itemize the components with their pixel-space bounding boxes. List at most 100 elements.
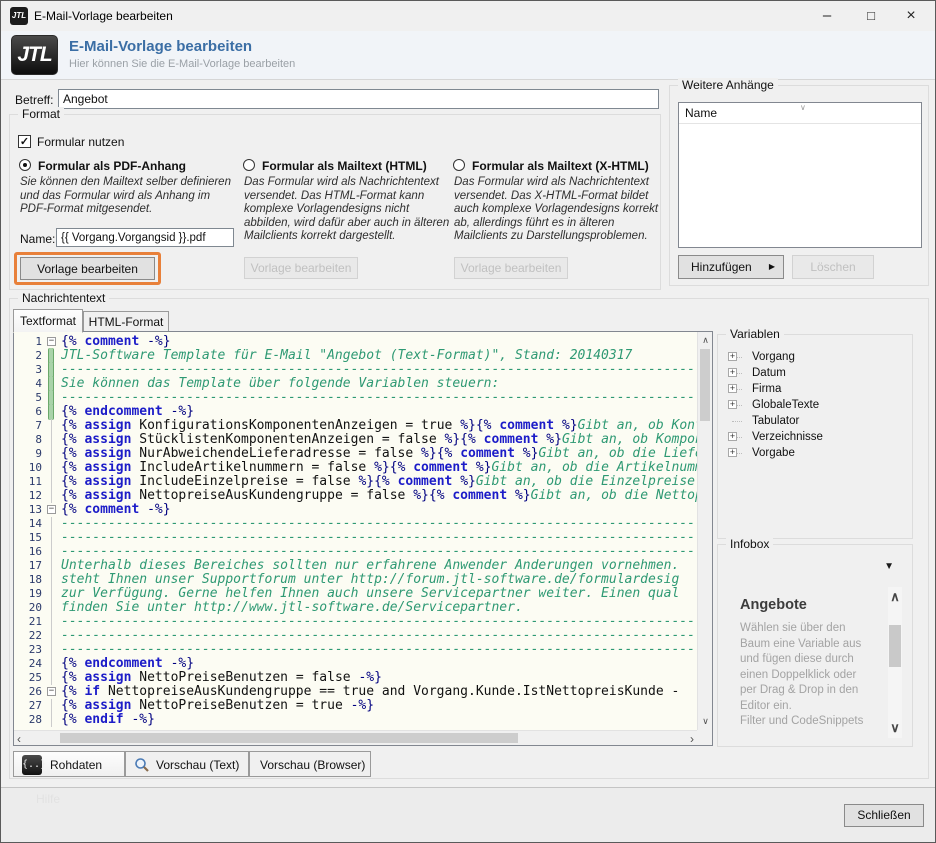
tab-vorschau-text[interactable]: Vorschau (Text) xyxy=(125,751,249,777)
line-number: 3 xyxy=(14,363,44,377)
code-text: {% assign NettoPreiseBenutzen = false -%… xyxy=(61,671,697,685)
page-subtitle: Hier können Sie die E-Mail-Vorlage bearb… xyxy=(69,58,295,70)
tab-textformat[interactable]: Textformat xyxy=(13,309,83,333)
variables-tree[interactable]: +Vorgang+Datum+Firma+GlobaleTexteTabulat… xyxy=(726,349,906,532)
pdf-name-input[interactable] xyxy=(56,228,234,247)
fold-region-line xyxy=(51,601,52,615)
code-text: {% assign IncludeEinzelpreise = false %}… xyxy=(61,475,697,489)
expand-plus-icon[interactable]: + xyxy=(728,384,737,393)
fold-gutter xyxy=(44,559,61,573)
expand-plus-icon[interactable]: + xyxy=(728,368,737,377)
tab-vorschau-browser[interactable]: Vorschau (Browser) xyxy=(249,751,371,777)
fold-region-line xyxy=(51,461,52,475)
infobox-text-line: Baum eine Variable aus xyxy=(740,637,880,653)
attachments-list[interactable]: Name ∨ xyxy=(678,102,922,248)
vertical-scroll-thumb[interactable] xyxy=(700,349,710,421)
code-text: {% endif -%} xyxy=(61,713,697,727)
line-number: 13 xyxy=(14,503,44,517)
fold-region-line xyxy=(51,559,52,573)
tree-item-label: Firma xyxy=(752,383,781,395)
expand-plus-icon[interactable]: + xyxy=(728,448,737,457)
tab-rohdaten[interactable]: {..} Rohdaten xyxy=(13,751,125,777)
fold-gutter xyxy=(44,419,61,433)
maximize-button[interactable]: □ xyxy=(851,1,891,31)
code-line: 15--------------------------------------… xyxy=(14,531,697,545)
use-form-checkbox[interactable]: ✓ xyxy=(18,135,31,148)
code-editor[interactable]: 1−{% comment -%}2JTL-Software Template f… xyxy=(13,331,713,746)
tree-item-vorgang[interactable]: +Vorgang xyxy=(726,349,906,365)
fold-gutter xyxy=(44,391,61,405)
editor-vertical-scrollbar[interactable]: ∧ ∨ xyxy=(697,332,712,730)
scroll-down-icon[interactable]: ∨ xyxy=(698,716,713,727)
radio-pdf-attachment[interactable] xyxy=(19,159,31,171)
fold-gutter[interactable]: − xyxy=(44,503,61,517)
fold-collapse-icon[interactable]: − xyxy=(47,505,56,514)
code-line: 24{% endcomment -%} xyxy=(14,657,697,671)
fold-region-line xyxy=(51,629,52,643)
fold-gutter[interactable]: − xyxy=(44,335,61,349)
tree-item-datum[interactable]: +Datum xyxy=(726,365,906,381)
fold-gutter xyxy=(44,587,61,601)
radio-mailtext-html[interactable] xyxy=(243,159,255,171)
infobox-scroll-up-icon[interactable]: ∧ xyxy=(888,589,902,605)
subject-input[interactable] xyxy=(58,89,659,109)
tree-item-verzeichnisse[interactable]: + Verzeichnisse xyxy=(726,429,906,445)
code-line: 26−{% if NettopreiseAusKundengruppe == t… xyxy=(14,685,697,699)
infobox-dropdown-icon[interactable]: ▼ xyxy=(884,561,894,572)
fold-collapse-icon[interactable]: − xyxy=(47,337,56,346)
fold-region-line xyxy=(51,587,52,601)
tree-item-tabulator[interactable]: Tabulator xyxy=(726,413,906,429)
radio-mailtext-html-label: Formular als Mailtext (HTML) xyxy=(262,159,427,173)
sort-indicator-icon: ∨ xyxy=(800,103,806,112)
tree-item-firma[interactable]: + Firma xyxy=(726,381,906,397)
attachments-column-header[interactable]: Name ∨ xyxy=(679,103,921,124)
scroll-left-icon[interactable]: ‹ xyxy=(17,732,21,746)
code-text: ----------------------------------------… xyxy=(61,391,697,405)
tab-html-format[interactable]: HTML-Format xyxy=(83,311,169,333)
code-line: 1−{% comment -%} xyxy=(14,335,697,349)
code-line: 27{% assign NettoPreiseBenutzen = true -… xyxy=(14,699,697,713)
code-text: {% assign IncludeArtikelnummern = false … xyxy=(61,461,697,475)
scrollbar-corner xyxy=(697,730,712,745)
close-button[interactable]: Schließen xyxy=(844,804,924,827)
code-text: {% comment -%} xyxy=(61,503,697,517)
close-window-button[interactable]: × xyxy=(891,1,931,31)
page-title: E-Mail-Vorlage bearbeiten xyxy=(69,38,252,55)
horizontal-scroll-thumb[interactable] xyxy=(60,733,518,743)
fold-gutter xyxy=(44,643,61,657)
tree-item-label: Verzeichnisse xyxy=(752,431,823,443)
expand-plus-icon[interactable]: + xyxy=(728,400,737,409)
scroll-right-icon[interactable]: › xyxy=(690,732,694,746)
fold-collapse-icon[interactable]: − xyxy=(47,687,56,696)
code-text: Unterhalb dieses Bereiches sollten nur e… xyxy=(61,559,697,573)
line-number: 8 xyxy=(14,433,44,447)
fold-region-line xyxy=(51,433,52,447)
tree-item-globaletexte[interactable]: + GlobaleTexte xyxy=(726,397,906,413)
tree-item-label: GlobaleTexte xyxy=(752,399,819,411)
scroll-up-icon[interactable]: ∧ xyxy=(698,335,713,346)
radio-mailtext-xhtml[interactable] xyxy=(453,159,465,171)
add-attachment-button[interactable]: Hinzufügen ▶ xyxy=(678,255,784,279)
radio-pdf-attachment-label: Formular als PDF-Anhang xyxy=(38,159,186,173)
editor-horizontal-scrollbar[interactable]: ‹ › xyxy=(14,730,697,745)
code-editor-lines[interactable]: 1−{% comment -%}2JTL-Software Template f… xyxy=(14,332,697,730)
code-text: {% assign KonfigurationsKomponentenAnzei… xyxy=(61,419,697,433)
infobox-scroll-thumb[interactable] xyxy=(889,625,901,667)
code-line: 6{% endcomment -%} xyxy=(14,405,697,419)
line-number: 1 xyxy=(14,335,44,349)
code-line: 28{% endif -%} xyxy=(14,713,697,727)
fold-gutter[interactable]: − xyxy=(44,685,61,699)
fold-gutter xyxy=(44,377,61,391)
expand-plus-icon[interactable]: + xyxy=(728,352,737,361)
infobox-scrollbar[interactable]: ∧ ∨ xyxy=(888,587,902,738)
expand-plus-icon[interactable]: + xyxy=(728,432,737,441)
minimize-button[interactable]: – xyxy=(807,1,847,31)
tree-item-vorgabe[interactable]: +Vorgabe xyxy=(726,445,906,461)
fold-gutter xyxy=(44,433,61,447)
edit-pdf-template-button[interactable]: Vorlage bearbeiten xyxy=(20,257,155,280)
titlebar: JTL E-Mail-Vorlage bearbeiten – □ × xyxy=(1,1,935,31)
infobox-scroll-down-icon[interactable]: ∨ xyxy=(888,720,902,736)
tab-vorschau-text-label: Vorschau (Text) xyxy=(156,758,239,772)
fold-region-line xyxy=(51,517,52,531)
fold-region-bar xyxy=(48,404,54,420)
